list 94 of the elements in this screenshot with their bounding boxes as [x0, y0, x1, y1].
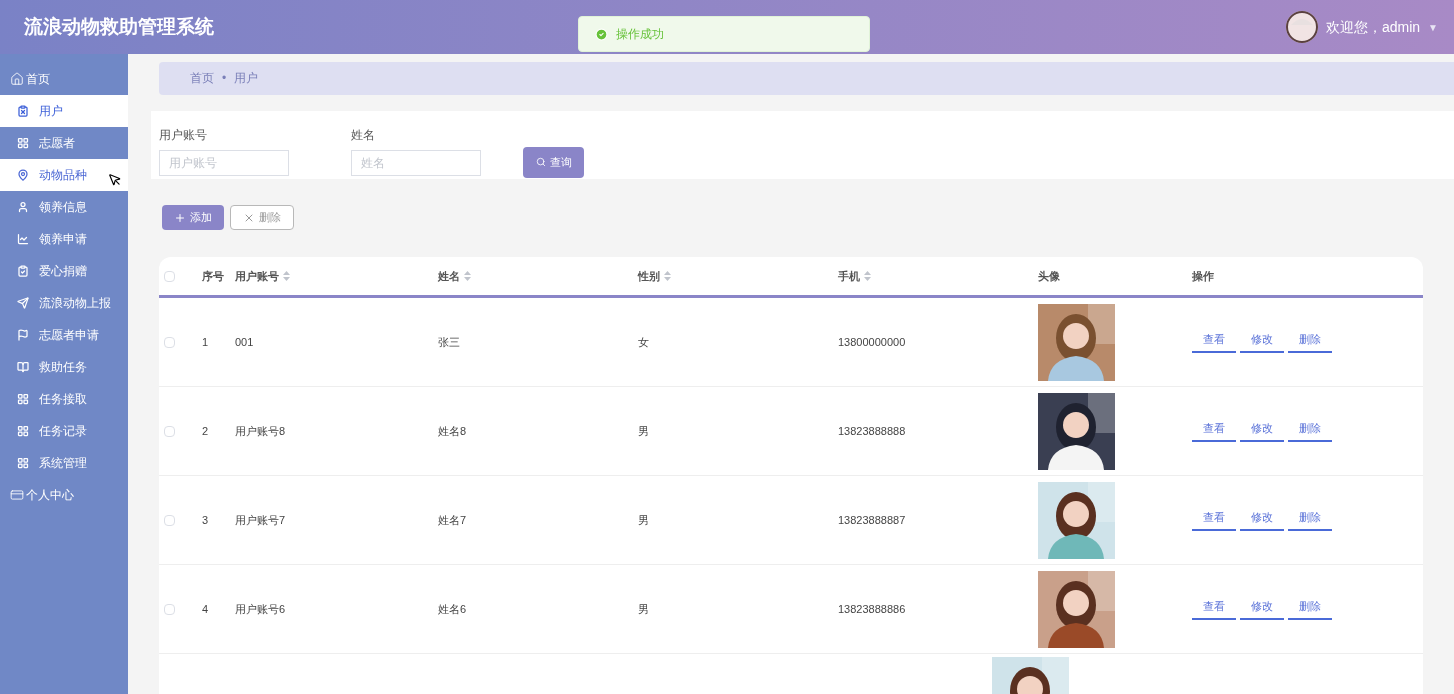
column-header: 序号 — [202, 268, 224, 284]
table-cell: 男 — [638, 424, 649, 437]
row-action-link[interactable]: 删除 — [1288, 331, 1332, 353]
field-label: 用户账号 — [159, 126, 208, 144]
search-icon — [535, 157, 546, 168]
sidebar-item[interactable]: 动物品种 — [0, 159, 128, 191]
plus-icon — [174, 211, 186, 224]
row-action-link[interactable]: 查看 — [1192, 598, 1236, 620]
table-cell: 13800000000 — [838, 335, 906, 348]
clipboard-check-icon — [17, 265, 29, 277]
sidebar-item[interactable]: 领养申请 — [0, 223, 128, 255]
delete-button[interactable]: 删除 — [230, 205, 294, 230]
sidebar-item[interactable]: 救助任务 — [0, 351, 128, 383]
row-action-link[interactable]: 删除 — [1288, 420, 1332, 442]
column-header[interactable]: 手机 — [838, 267, 860, 285]
row-action-link[interactable]: 查看 — [1192, 420, 1236, 442]
table-cell: 张三 — [438, 335, 460, 348]
sort-icon[interactable] — [664, 271, 671, 281]
sort-icon[interactable] — [283, 271, 290, 281]
sort-icon[interactable] — [464, 271, 471, 281]
breadcrumb-link[interactable]: 首页 — [190, 69, 214, 88]
sidebar-item[interactable]: 首页 — [0, 63, 128, 95]
table-cell: 姓名6 — [438, 602, 467, 615]
breadcrumb-current: 用户 — [234, 70, 259, 88]
grid-icon — [17, 425, 29, 437]
sidebar-item[interactable]: 个人中心 — [0, 479, 128, 511]
card-icon — [10, 488, 24, 502]
book-icon — [17, 361, 29, 373]
table-cell: 用户账号7 — [235, 513, 286, 526]
avatar-icon[interactable] — [1285, 11, 1318, 43]
column-header: 头像 — [1038, 268, 1060, 284]
home-icon — [10, 72, 24, 86]
table-cell: 13823888886 — [838, 602, 906, 615]
table-cell: 用户账号6 — [235, 602, 286, 615]
table-cell: 男 — [638, 602, 649, 615]
column-header[interactable]: 性别 — [638, 267, 660, 285]
grid-icon — [17, 457, 29, 469]
table-cell: 13823888888 — [838, 424, 906, 437]
sidebar-item[interactable]: 志愿者 — [0, 127, 128, 159]
table-cell: 用户账号8 — [235, 424, 286, 437]
row-checkbox[interactable] — [164, 603, 175, 615]
field-label: 姓名 — [351, 126, 376, 144]
column-header: 操作 — [1192, 268, 1214, 284]
table-cell: 女 — [638, 335, 649, 348]
pin-icon — [17, 169, 29, 181]
grid-icon — [17, 137, 29, 149]
table-cell: 13823888887 — [838, 513, 906, 526]
sidebar-item[interactable]: 任务接取 — [0, 383, 128, 415]
grid-icon — [17, 393, 29, 405]
breadcrumb-separator: • — [222, 70, 227, 88]
row-checkbox[interactable] — [164, 514, 175, 526]
app-title: 流浪动物救助管理系统 — [24, 14, 214, 39]
table-cell: 1 — [202, 335, 209, 348]
table-cell: 4 — [202, 602, 209, 615]
table-cell: 001 — [235, 335, 254, 348]
toast-message: 操作成功 — [616, 26, 664, 43]
search-field[interactable]: 姓名 — [351, 149, 481, 176]
sidebar-item[interactable]: 任务记录 — [0, 415, 128, 447]
table-cell: 姓名7 — [438, 513, 467, 526]
row-action-link[interactable]: 修改 — [1240, 509, 1284, 531]
pointer-icon — [108, 173, 122, 187]
row-action-link[interactable]: 删除 — [1288, 509, 1332, 531]
row-action-link[interactable]: 查看 — [1192, 509, 1236, 531]
add-button[interactable]: 添加 — [162, 205, 224, 230]
row-checkbox[interactable] — [164, 336, 175, 348]
row-action-link[interactable]: 修改 — [1240, 420, 1284, 442]
column-header[interactable]: 用户账号 — [235, 267, 279, 285]
table-cell: 男 — [638, 513, 649, 526]
table-cell: 姓名8 — [438, 424, 467, 437]
search-field[interactable]: 用户账号 — [159, 149, 289, 176]
sidebar-item[interactable]: 系统管理 — [0, 447, 128, 479]
table-cell: 3 — [202, 513, 209, 526]
row-action-link[interactable]: 删除 — [1288, 598, 1332, 620]
flag-icon — [17, 329, 29, 341]
sidebar-item[interactable]: 志愿者申请 — [0, 319, 128, 351]
select-all-checkbox[interactable] — [164, 270, 175, 282]
user-icon — [17, 201, 29, 213]
table-cell: 2 — [202, 424, 209, 437]
sidebar-item[interactable]: 领养信息 — [0, 191, 128, 223]
clipboard-icon — [17, 105, 29, 117]
welcome-text[interactable]: 欢迎您，admin — [1325, 16, 1421, 38]
success-icon — [595, 27, 608, 41]
send-icon — [17, 297, 29, 309]
row-action-link[interactable]: 修改 — [1240, 598, 1284, 620]
sidebar-item[interactable]: 流浪动物上报 — [0, 287, 128, 319]
row-action-link[interactable]: 查看 — [1192, 331, 1236, 353]
row-action-link[interactable]: 修改 — [1240, 331, 1284, 353]
row-checkbox[interactable] — [164, 425, 175, 437]
sidebar-item[interactable]: 用户 — [0, 95, 128, 127]
chart-icon — [17, 233, 29, 245]
sidebar-item[interactable]: 爱心捐赠 — [0, 255, 128, 287]
sort-icon[interactable] — [864, 271, 871, 281]
column-header[interactable]: 姓名 — [438, 267, 460, 285]
search-button[interactable]: 查询 — [523, 146, 584, 178]
